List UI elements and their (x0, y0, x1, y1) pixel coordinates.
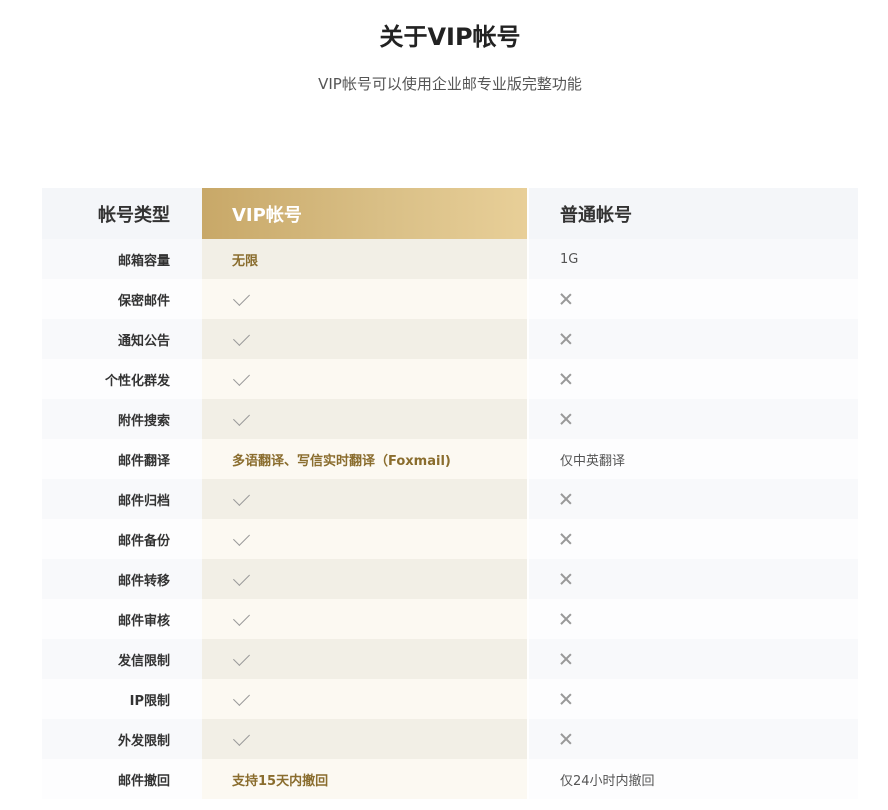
check-icon (233, 648, 250, 666)
normal-value (529, 679, 858, 719)
vip-value (202, 319, 529, 359)
normal-value (529, 279, 858, 319)
vip-value (202, 479, 529, 519)
vip-value: 无限 (202, 239, 529, 279)
normal-value (529, 599, 858, 639)
cross-icon (560, 613, 572, 625)
feature-label: 个性化群发 (42, 359, 202, 399)
table-row: 附件搜索 (42, 399, 858, 439)
check-icon (233, 408, 250, 426)
vip-value (202, 559, 529, 599)
comparison-table: 帐号类型 VIP帐号 普通帐号 邮箱容量 无限 1G 保密邮件 通知公告 个性化… (42, 188, 858, 799)
normal-value (529, 559, 858, 599)
table-row: 外发限制 (42, 719, 858, 759)
check-icon (233, 328, 250, 346)
check-icon (233, 488, 250, 506)
normal-value: 仅中英翻译 (529, 439, 858, 479)
table-row: 发信限制 (42, 639, 858, 679)
vip-value (202, 519, 529, 559)
feature-label: 发信限制 (42, 639, 202, 679)
table-row: IP限制 (42, 679, 858, 719)
cross-icon (560, 573, 572, 585)
cross-icon (560, 653, 572, 665)
vip-value (202, 639, 529, 679)
table-header-row: 帐号类型 VIP帐号 普通帐号 (42, 188, 858, 239)
normal-value (529, 479, 858, 519)
feature-label: 附件搜索 (42, 399, 202, 439)
cross-icon (560, 333, 572, 345)
feature-label: 通知公告 (42, 319, 202, 359)
table-row: 邮件审核 (42, 599, 858, 639)
feature-label: 邮件审核 (42, 599, 202, 639)
cross-icon (560, 733, 572, 745)
table-row: 邮件撤回 支持15天内撤回 仅24小时内撤回 (42, 759, 858, 799)
normal-value (529, 319, 858, 359)
cross-icon (560, 493, 572, 505)
check-icon (233, 568, 250, 586)
vip-value (202, 719, 529, 759)
table-row: 通知公告 (42, 319, 858, 359)
feature-label: 邮件归档 (42, 479, 202, 519)
table-row: 邮箱容量 无限 1G (42, 239, 858, 279)
cross-icon (560, 373, 572, 385)
cross-icon (560, 693, 572, 705)
normal-value (529, 519, 858, 559)
table-row: 邮件翻译 多语翻译、写信实时翻译（Foxmail) 仅中英翻译 (42, 439, 858, 479)
header-vip-account: VIP帐号 (202, 188, 529, 239)
vip-value: 支持15天内撤回 (202, 759, 529, 799)
check-icon (233, 528, 250, 546)
feature-label: 保密邮件 (42, 279, 202, 319)
vip-value (202, 599, 529, 639)
normal-value (529, 359, 858, 399)
feature-label: IP限制 (42, 679, 202, 719)
normal-value (529, 719, 858, 759)
normal-value: 1G (529, 239, 858, 279)
feature-label: 邮箱容量 (42, 239, 202, 279)
table-row: 邮件归档 (42, 479, 858, 519)
table-row: 邮件备份 (42, 519, 858, 559)
check-icon (233, 368, 250, 386)
feature-label: 外发限制 (42, 719, 202, 759)
check-icon (233, 608, 250, 626)
header-normal-account: 普通帐号 (529, 188, 858, 239)
vip-value (202, 399, 529, 439)
vip-value (202, 279, 529, 319)
cross-icon (560, 413, 572, 425)
normal-value: 仅24小时内撤回 (529, 759, 858, 799)
vip-value (202, 679, 529, 719)
cross-icon (560, 533, 572, 545)
check-icon (233, 288, 250, 306)
normal-value (529, 399, 858, 439)
table-row: 保密邮件 (42, 279, 858, 319)
vip-value (202, 359, 529, 399)
cross-icon (560, 293, 572, 305)
feature-label: 邮件转移 (42, 559, 202, 599)
table-row: 个性化群发 (42, 359, 858, 399)
check-icon (233, 688, 250, 706)
feature-label: 邮件翻译 (42, 439, 202, 479)
header-account-type: 帐号类型 (42, 188, 202, 239)
normal-value (529, 639, 858, 679)
feature-label: 邮件备份 (42, 519, 202, 559)
vip-value: 多语翻译、写信实时翻译（Foxmail) (202, 439, 529, 479)
page-subtitle: VIP帐号可以使用企业邮专业版完整功能 (318, 75, 582, 93)
check-icon (233, 728, 250, 746)
feature-label: 邮件撤回 (42, 759, 202, 799)
page-title: 关于VIP帐号 (379, 23, 521, 51)
table-row: 邮件转移 (42, 559, 858, 599)
